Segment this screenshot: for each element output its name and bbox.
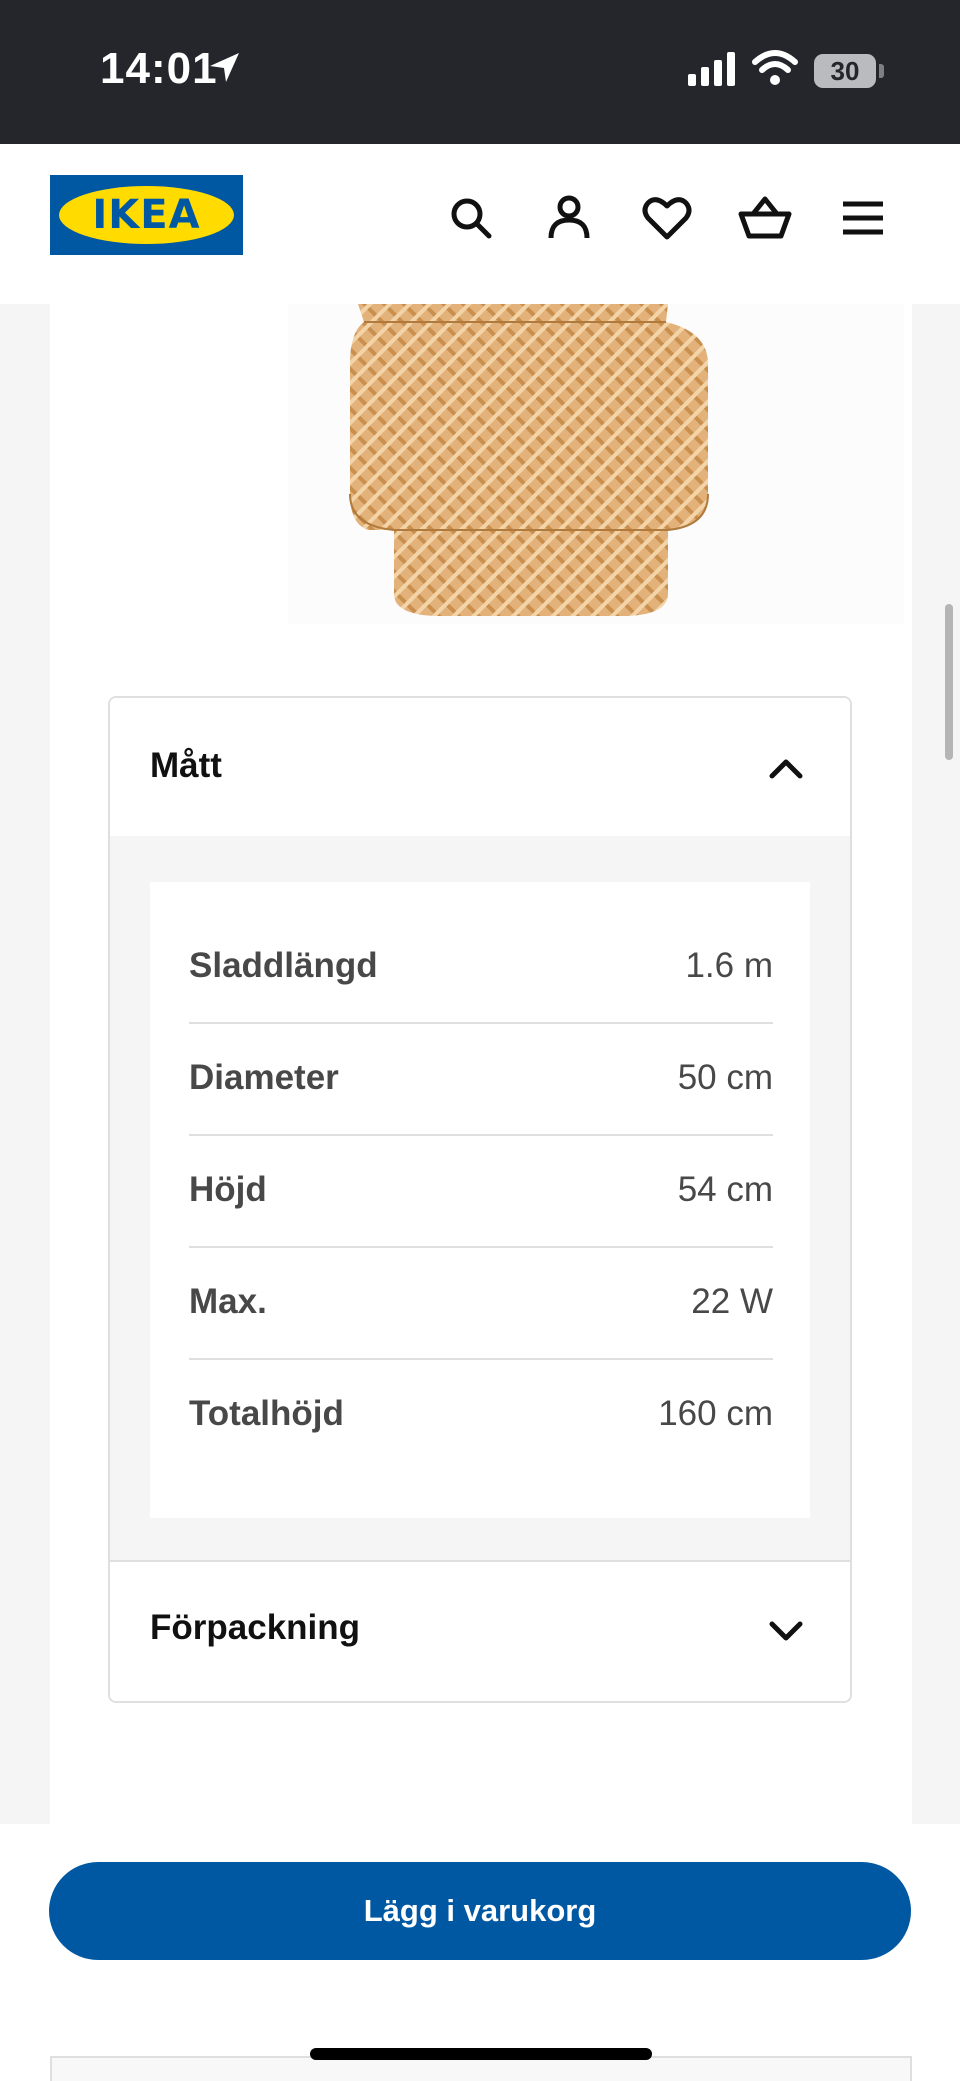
spec-label: Höjd	[189, 1170, 267, 1209]
spec-row: Diameter 50 cm	[189, 1024, 773, 1136]
dimensions-table: Sladdlängd 1.6 m Diameter 50 cm Höjd 54 …	[150, 882, 810, 1518]
spec-row: Totalhöjd 160 cm	[189, 1360, 773, 1472]
signal-icon	[688, 52, 735, 86]
spec-value: 160 cm	[658, 1394, 773, 1433]
chevron-down-icon[interactable]	[764, 1608, 808, 1652]
spec-value: 54 cm	[677, 1170, 773, 1209]
page-scrollbar[interactable]	[945, 604, 953, 760]
accordion-packaging-title: Förpackning	[150, 1608, 361, 1647]
specs-accordion: Mått Sladdlängd 1.6 m Diameter 50 cm Höj…	[108, 696, 852, 1703]
chevron-up-icon[interactable]	[764, 746, 808, 790]
accordion-dimensions-header[interactable]: Mått	[110, 698, 850, 836]
app-root: 14:01 30 IKEA Mått Sladdlängd 1.6 m Diam…	[0, 0, 960, 2081]
battery-indicator: 30	[814, 54, 876, 88]
logo-text: IKEA	[92, 192, 201, 238]
site-header: IKEA	[0, 144, 960, 304]
account-icon[interactable]	[541, 190, 597, 246]
heart-icon[interactable]	[639, 190, 695, 246]
spec-row: Max. 22 W	[189, 1248, 773, 1360]
accordion-packaging-header[interactable]: Förpackning	[110, 1560, 850, 1701]
spec-value: 1.6 m	[685, 946, 773, 985]
ikea-logo[interactable]: IKEA	[50, 175, 243, 255]
spec-row: Höjd 54 cm	[189, 1136, 773, 1248]
search-icon[interactable]	[443, 190, 499, 246]
spec-label: Max.	[189, 1282, 267, 1321]
home-indicator[interactable]	[310, 2048, 652, 2060]
pendant-lamp-image	[288, 304, 904, 624]
spec-label: Diameter	[189, 1058, 339, 1097]
status-bar: 14:01 30	[0, 0, 960, 144]
spec-value: 50 cm	[677, 1058, 773, 1097]
wifi-icon	[752, 50, 798, 85]
battery-cap	[879, 64, 884, 78]
accordion-dimensions-title: Mått	[150, 746, 222, 785]
spec-value: 22 W	[691, 1282, 773, 1321]
basket-icon[interactable]	[737, 190, 793, 246]
spec-row: Sladdlängd 1.6 m	[189, 912, 773, 1024]
status-time: 14:01	[100, 44, 218, 93]
spec-label: Totalhöjd	[189, 1394, 344, 1433]
spec-label: Sladdlängd	[189, 946, 378, 985]
menu-icon[interactable]	[835, 190, 891, 246]
location-arrow-icon	[210, 53, 239, 82]
bottom-action-bar: Lägg i varukorg	[0, 1824, 960, 2081]
add-to-cart-button[interactable]: Lägg i varukorg	[49, 1862, 911, 1960]
accordion-dimensions-body: Sladdlängd 1.6 m Diameter 50 cm Höjd 54 …	[110, 836, 850, 1560]
